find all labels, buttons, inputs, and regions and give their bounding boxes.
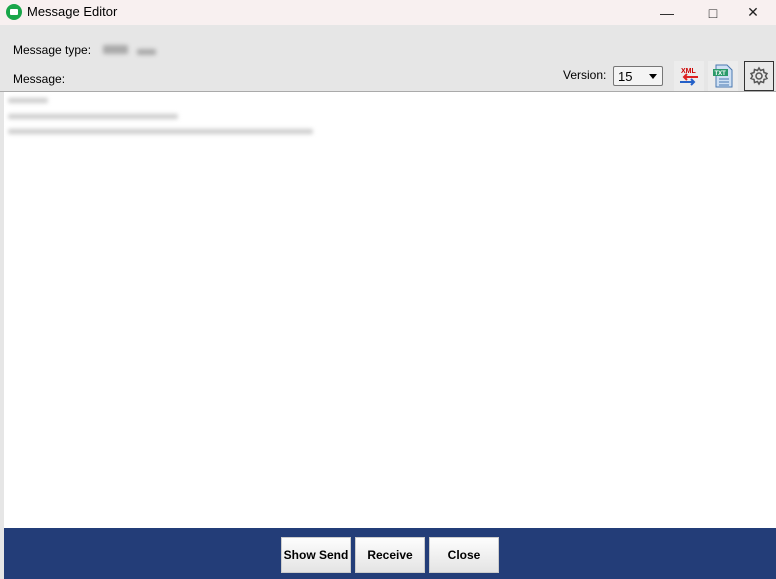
window-title: Message Editor bbox=[27, 4, 118, 19]
redacted-message-type bbox=[103, 45, 128, 54]
redacted-message-line bbox=[8, 98, 48, 103]
close-window-button[interactable]: ✕ bbox=[730, 0, 776, 25]
txt-export-button[interactable]: TXT bbox=[708, 61, 738, 91]
xml-convert-button[interactable]: XML bbox=[674, 61, 704, 91]
close-button[interactable]: Close bbox=[429, 537, 499, 573]
version-select[interactable]: 15 bbox=[613, 66, 663, 86]
title-bar: Message Editor — □ ✕ bbox=[0, 0, 776, 25]
txt-file-icon: TXT bbox=[713, 64, 733, 88]
svg-text:XML: XML bbox=[681, 68, 697, 75]
version-value: 15 bbox=[618, 69, 633, 84]
chevron-down-icon bbox=[649, 74, 657, 83]
show-send-button[interactable]: Show Send bbox=[281, 537, 351, 573]
envelope-icon bbox=[6, 4, 22, 20]
message-textarea[interactable] bbox=[4, 92, 776, 528]
gear-icon bbox=[749, 66, 769, 86]
version-label: Version: bbox=[563, 68, 607, 82]
footer-bar: Show Send Receive Close bbox=[4, 528, 776, 579]
redacted-message-line bbox=[8, 129, 313, 134]
redacted-message-line bbox=[8, 114, 178, 119]
settings-button[interactable] bbox=[744, 61, 774, 91]
receive-button[interactable]: Receive bbox=[355, 537, 425, 573]
redacted-message-type-suffix bbox=[137, 49, 156, 55]
message-type-label: Message type: bbox=[13, 43, 92, 57]
svg-text:TXT: TXT bbox=[715, 71, 727, 77]
message-label: Message: bbox=[13, 72, 66, 86]
minimize-button[interactable]: — bbox=[644, 0, 690, 25]
xml-convert-icon: XML bbox=[680, 68, 698, 86]
